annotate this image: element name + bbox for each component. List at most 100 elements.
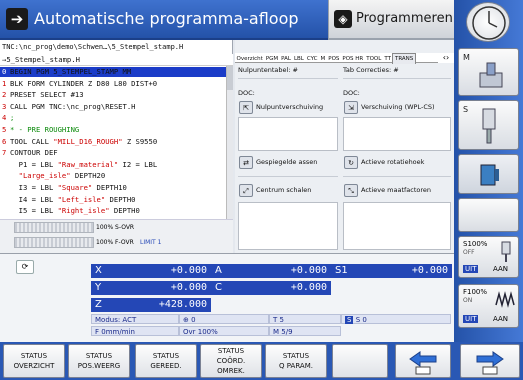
line-code: ; [10, 113, 15, 123]
tab-lbl[interactable]: LBL [292, 54, 305, 64]
feed-aan-label: AAN [493, 315, 509, 323]
line-string: "Left_isle" [57, 194, 106, 204]
line-code: BLK FORM CYLINDER Z D80 L80 DIST+0 [10, 78, 158, 88]
programming-label: Programmeren [356, 11, 453, 26]
tab-pos[interactable]: POS [327, 54, 341, 64]
shift-wpl-item[interactable]: ⇲ Verschuiving (WPL-CS) [343, 100, 435, 115]
line-code: * - PRE ROUGHING [10, 125, 80, 134]
tab-scroll-arrows-icon[interactable]: ‹› [438, 53, 454, 63]
axis-c-row: C +0.000 [211, 281, 331, 295]
center-scale-icon: ⤢ [239, 183, 253, 197]
shift-wpl-values-box [343, 117, 451, 151]
program-line[interactable]: I3 = LBL "Square" DEPTH10 [0, 183, 226, 193]
tool-table-key[interactable] [458, 154, 519, 194]
line-code: I3 = LBL [10, 183, 58, 192]
program-line[interactable]: P1 = LBL "Raw_material" I2 = LBL [0, 160, 226, 170]
tool-field: T 5 [269, 314, 341, 324]
line-code: P1 = LBL [10, 159, 58, 169]
feed-wave-icon [495, 291, 515, 308]
rotation-item[interactable]: ↻ Actieve rotatiehoek [343, 155, 424, 170]
tab-trans[interactable]: TRANS [392, 53, 416, 64]
program-line[interactable]: 7 CONTOUR DEF [0, 148, 226, 158]
line-string: "Raw_material" [57, 159, 119, 169]
softkey-line: OMREK. [217, 367, 245, 375]
program-line[interactable]: I4 = LBL "Left_isle" DEPTH0 [0, 195, 226, 205]
scroll-thumb[interactable] [227, 66, 233, 90]
axis-c-value: +0.000 [290, 282, 327, 293]
scale-factors-icon: ⤡ [344, 183, 358, 197]
s-function-key[interactable]: S [458, 100, 519, 150]
line-string: "Square" [57, 183, 93, 192]
feed-override-bar [14, 237, 94, 248]
ovr-field: Ovr 100% [179, 326, 269, 336]
doc-left-label: DOC: [238, 89, 255, 97]
program-path: TNC:\nc_prog\demo\Schwen…\5_Stempel_stam… [2, 43, 184, 51]
line-code: CALL PGM TNC:\nc_prog\RESET.H [10, 101, 136, 111]
shift-wpl-icon: ⇲ [344, 100, 358, 114]
tab-corrections-label: Tab Correcties: # [343, 66, 399, 74]
program-line[interactable]: I5 = LBL "Right_isle" DEPTH0 [0, 206, 226, 216]
program-line[interactable]: 2 PRESET SELECT #13 [0, 90, 226, 100]
tab-overzicht[interactable]: Overzicht [235, 54, 264, 64]
zero-shift-item[interactable]: ⇱ Nulpuntverschuiving [238, 100, 323, 115]
center-scale-item[interactable]: ⤢ Centrum schalen [238, 183, 311, 198]
spindle-field: S S 0 [341, 314, 451, 324]
spindle-override-label: S100% [463, 240, 488, 248]
program-line[interactable]: 1 BLK FORM CYLINDER Z D80 L80 DIST+0 [0, 79, 226, 89]
program-scrollbar[interactable] [226, 66, 233, 219]
zero-field: ⊕ 0 [179, 314, 269, 324]
spindle-aan-label: AAN [493, 265, 509, 273]
axis-z-value: +428.000 [158, 299, 207, 310]
program-line[interactable]: 6 TOOL CALL "MILL_D16_ROUGH" Z S9550 [0, 137, 226, 147]
auto-run-icon: ➔ [6, 8, 28, 30]
status-tabs[interactable]: Overzicht PGM PAL LBL CYC M POS POS HR TOOL TT TRA… [235, 53, 454, 64]
tab-tool[interactable]: TOOL [365, 54, 383, 64]
mirror-item[interactable]: ⇄ Gespiegelde assen [238, 155, 317, 170]
line-code: TOOL CALL [10, 136, 54, 146]
program-listing[interactable]: 0 BEGIN PGM 5_STEMPEL_STAMP MM 1 BLK FORM C… [0, 67, 226, 219]
program-line[interactable]: 4; [0, 113, 226, 123]
program-file-name[interactable]: →5_Stempel_stamp.H [0, 54, 233, 66]
status-softkey-5[interactable]: STATUS Q PARAM. [265, 344, 327, 378]
tab-cyc[interactable]: CYC [305, 54, 319, 64]
divider [343, 78, 451, 79]
status-softkey-3[interactable]: STATUS GEREED. [135, 344, 197, 378]
programming-mode-tab[interactable]: ◈ Programmeren [328, 0, 454, 40]
program-line[interactable]: 3 CALL PGM TNC:\nc_prog\RESET.H [0, 102, 226, 112]
axis-x-label: X [95, 265, 102, 276]
arrow-left-icon [409, 351, 437, 375]
softkey-line: STATUS [282, 352, 310, 360]
tab-pal[interactable]: PAL [280, 54, 293, 64]
program-line[interactable]: 5 * - PRE ROUGHING [0, 125, 226, 135]
spindle-override-text: 100% S-OVR [96, 224, 135, 231]
m-function-key[interactable]: M [458, 48, 519, 96]
status-softkey-1[interactable]: STATUS OVERZICHT [3, 344, 65, 378]
page-forward-softkey[interactable] [460, 344, 520, 378]
tab-pos-hr[interactable]: POS HR [341, 54, 365, 64]
line-code: BEGIN PGM 5_STEMPEL_STAMP MM [10, 67, 132, 76]
line-code: DEPTH10 [92, 183, 127, 192]
axis-s1-row: S1 +0.000 [331, 264, 452, 278]
tab-m[interactable]: M [319, 54, 327, 64]
softkey-line: GEREED. [150, 362, 182, 370]
page-back-softkey[interactable] [395, 344, 451, 378]
status-softkey-4[interactable]: STATUS COÖRD. OMREK. [200, 344, 262, 378]
shift-wpl-label: Verschuiving (WPL-CS) [361, 103, 435, 111]
empty-right-key-1[interactable] [458, 198, 519, 232]
spindle-small-icon [501, 241, 511, 262]
tab-pgm[interactable]: PGM [264, 54, 279, 64]
axis-a-row: A +0.000 [211, 264, 331, 278]
mode-header[interactable]: ➔ Automatische programma-afloop [0, 0, 328, 40]
program-line[interactable]: 0 BEGIN PGM 5_STEMPEL_STAMP MM [0, 67, 226, 77]
scale-factors-item[interactable]: ⤡ Actieve maatfactoren [343, 183, 431, 198]
tab-tt[interactable]: TT [383, 54, 393, 64]
spindle-override-key[interactable]: S100% OFF UIT AAN [458, 236, 519, 278]
program-line[interactable]: "Large_isle" DEPTH20 [0, 171, 226, 181]
feed-uit-badge: UIT [463, 315, 479, 323]
softkey-line: STATUS [85, 352, 113, 360]
feed-override-key[interactable]: F100% ON UIT AAN [458, 284, 519, 328]
line-string: "Large_isle" [18, 171, 71, 181]
empty-softkey[interactable] [332, 344, 388, 378]
status-softkey-2[interactable]: STATUS POS.WEERG [68, 344, 130, 378]
refresh-icon[interactable]: ⟳ [16, 260, 34, 274]
